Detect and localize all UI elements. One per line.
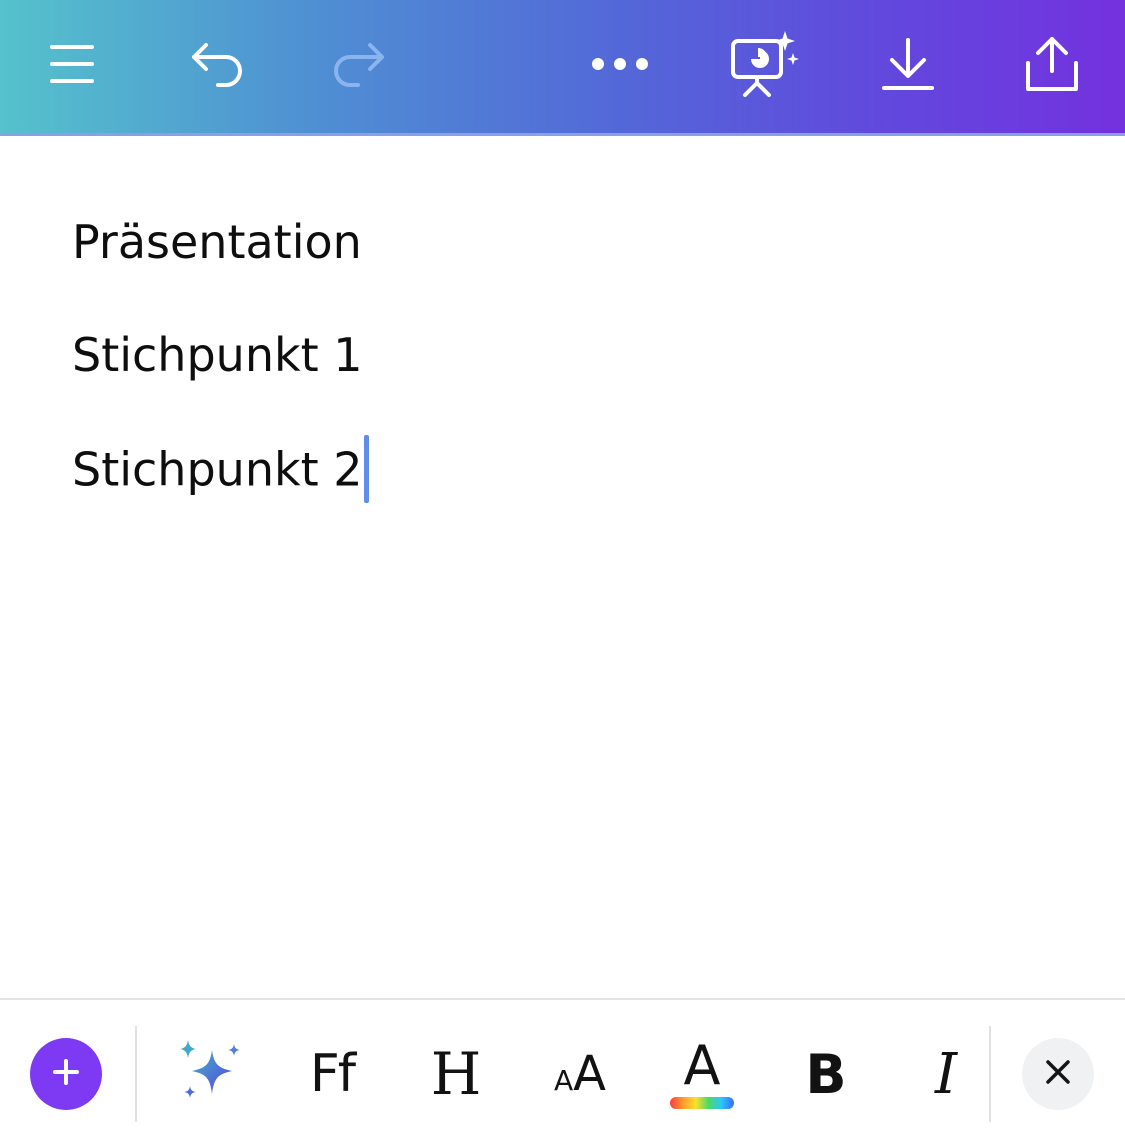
add-icon xyxy=(52,1058,80,1090)
text-size-icon: A A xyxy=(554,1046,606,1102)
font-icon: Ff xyxy=(309,1044,356,1104)
more-icon xyxy=(590,56,650,72)
text-size-small-glyph: A xyxy=(554,1064,574,1097)
download-button[interactable] xyxy=(868,24,948,104)
bold-button[interactable]: B xyxy=(790,1034,862,1114)
more-button[interactable] xyxy=(580,24,660,104)
download-icon xyxy=(880,36,936,92)
redo-icon xyxy=(328,39,388,89)
top-toolbar xyxy=(0,0,1125,136)
bullet-line-2[interactable]: Stichpunkt 2 xyxy=(72,443,363,497)
bullet-line-1[interactable]: Stichpunkt 1 xyxy=(72,325,363,385)
font-button[interactable]: Ff xyxy=(296,1034,368,1114)
redo-button[interactable] xyxy=(318,24,398,104)
heading-button[interactable]: H xyxy=(420,1034,492,1114)
toolbar-divider-left xyxy=(135,1026,137,1122)
text-caret xyxy=(363,435,369,503)
italic-button[interactable]: I xyxy=(910,1034,982,1114)
undo-button[interactable] xyxy=(178,24,258,104)
magic-write-button[interactable] xyxy=(172,1034,248,1114)
document-title[interactable]: Präsentation xyxy=(72,212,362,272)
add-button[interactable] xyxy=(30,1038,102,1110)
present-button[interactable] xyxy=(724,24,804,104)
bold-icon: B xyxy=(805,1042,847,1106)
undo-icon xyxy=(188,39,248,89)
text-color-glyph: A xyxy=(683,1034,721,1097)
share-button[interactable] xyxy=(1012,24,1092,104)
format-toolbar: Ff H A A A B I xyxy=(0,998,1125,1148)
toolbar-divider-right xyxy=(989,1026,991,1122)
text-color-button[interactable]: A xyxy=(666,1034,738,1114)
magic-sparkle-icon xyxy=(176,1038,244,1110)
italic-icon: I xyxy=(934,1041,958,1107)
menu-button[interactable] xyxy=(32,24,112,104)
share-icon xyxy=(1024,35,1080,93)
bullet-line-2-container[interactable]: Stichpunkt 2 xyxy=(72,435,369,507)
menu-icon xyxy=(49,41,95,87)
text-color-icon: A xyxy=(670,1039,734,1109)
present-magic-icon xyxy=(727,29,801,99)
close-toolbar-button[interactable] xyxy=(1022,1038,1094,1110)
close-icon xyxy=(1045,1059,1071,1089)
text-size-large-glyph: A xyxy=(573,1046,606,1102)
color-spectrum-bar xyxy=(670,1097,734,1109)
heading-icon: H xyxy=(430,1040,482,1108)
text-editor[interactable]: Präsentation Stichpunkt 1 Stichpunkt 2 xyxy=(0,136,1125,998)
text-size-button[interactable]: A A xyxy=(544,1034,616,1114)
